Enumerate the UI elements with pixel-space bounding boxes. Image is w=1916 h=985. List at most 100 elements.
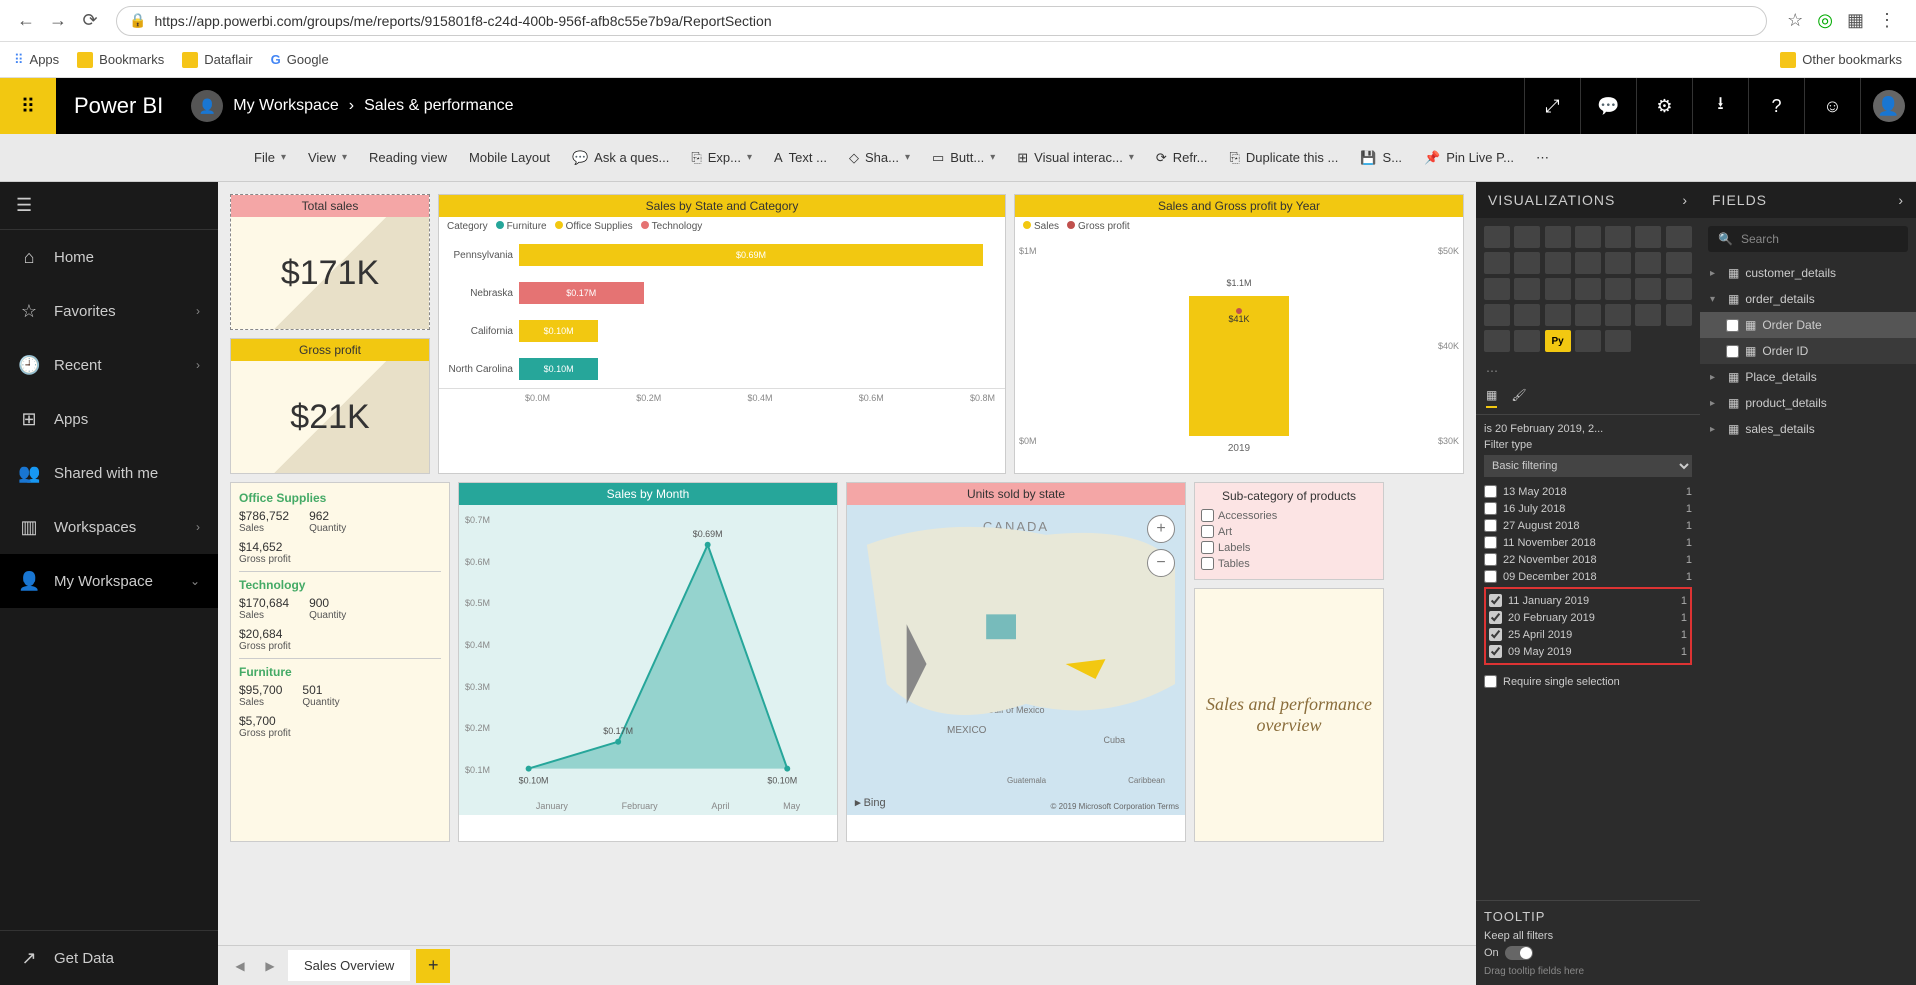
- save-button[interactable]: 💾S...: [1360, 150, 1402, 166]
- get-data-button[interactable]: ↗Get Data: [0, 931, 218, 985]
- nav-recent[interactable]: 🕘Recent›: [0, 338, 218, 392]
- zoom-in-button[interactable]: +: [1147, 515, 1175, 543]
- filter-date-row[interactable]: 13 May 20181: [1484, 483, 1692, 500]
- shapes-button[interactable]: ◇Sha...▾: [849, 150, 910, 166]
- viz-type-icon[interactable]: [1545, 278, 1571, 300]
- chart-sales-by-state[interactable]: Sales by State and Category Category Fur…: [438, 194, 1006, 474]
- menu-icon[interactable]: ⋮: [1878, 10, 1896, 31]
- filter-checkbox[interactable]: [1489, 628, 1502, 641]
- comments-icon[interactable]: 💬: [1580, 78, 1636, 134]
- viz-type-icon[interactable]: [1575, 226, 1601, 248]
- filter-checkbox[interactable]: [1484, 536, 1497, 549]
- filter-date-row[interactable]: 11 January 20191: [1489, 592, 1687, 609]
- nav-workspaces[interactable]: ▥Workspaces›: [0, 500, 218, 554]
- zoom-out-button[interactable]: −: [1147, 549, 1175, 577]
- filter-checkbox[interactable]: [1484, 485, 1497, 498]
- field-table[interactable]: ▸▦sales_details: [1700, 416, 1916, 442]
- file-menu[interactable]: File▾: [254, 150, 286, 165]
- textbox-button[interactable]: AText ...: [774, 150, 827, 165]
- forward-button[interactable]: →: [42, 5, 74, 37]
- viz-type-icon[interactable]: [1545, 252, 1571, 274]
- require-single-checkbox[interactable]: [1484, 675, 1497, 688]
- field-table[interactable]: ▸▦customer_details: [1700, 260, 1916, 286]
- filter-date-row[interactable]: 27 August 20181: [1484, 517, 1692, 534]
- slicer-subcategory[interactable]: Sub-category of products AccessoriesArtL…: [1194, 482, 1384, 580]
- viz-type-icon[interactable]: [1666, 226, 1692, 248]
- viz-type-icon[interactable]: [1575, 304, 1601, 326]
- add-page-button[interactable]: +: [416, 949, 450, 983]
- pin-button[interactable]: 📌Pin Live P...: [1424, 150, 1514, 166]
- field-table[interactable]: ▾▦order_details: [1700, 286, 1916, 312]
- toggle-on[interactable]: [1505, 946, 1533, 960]
- tab-prev-icon[interactable]: ◀: [228, 954, 252, 978]
- breadcrumb-workspace[interactable]: My Workspace: [233, 97, 339, 115]
- viz-type-icon[interactable]: [1545, 226, 1571, 248]
- back-button[interactable]: ←: [10, 5, 42, 37]
- tab-sales-overview[interactable]: Sales Overview: [288, 950, 410, 981]
- viz-type-icon[interactable]: [1545, 304, 1571, 326]
- field-table[interactable]: ▸▦Place_details: [1700, 364, 1916, 390]
- nav-my-workspace[interactable]: 👤My Workspace⌄: [0, 554, 218, 608]
- kpi-total-sales[interactable]: Total sales $171K: [230, 194, 430, 330]
- viz-type-icon[interactable]: [1605, 304, 1631, 326]
- nav-shared[interactable]: 👥Shared with me: [0, 446, 218, 500]
- user-avatar-small[interactable]: 👤: [191, 90, 223, 122]
- more-visuals-icon[interactable]: ⋯: [1476, 360, 1700, 382]
- bookmark-bookmarks[interactable]: Bookmarks: [77, 52, 164, 68]
- buttons-button[interactable]: ▭Butt...▾: [932, 150, 995, 166]
- breadcrumb-report[interactable]: Sales & performance: [364, 97, 513, 115]
- viz-type-icon[interactable]: [1514, 304, 1540, 326]
- field-column[interactable]: ▦ Order ID: [1700, 338, 1916, 364]
- ask-question-button[interactable]: 💬Ask a ques...: [572, 150, 669, 166]
- duplicate-button[interactable]: ⎘Duplicate this ...: [1229, 150, 1338, 166]
- filter-checkbox[interactable]: [1484, 519, 1497, 532]
- explore-button[interactable]: ⎘Exp...▾: [691, 150, 752, 166]
- filter-checkbox[interactable]: [1489, 611, 1502, 624]
- visual-interactions-button[interactable]: ⊞Visual interac...▾: [1017, 150, 1134, 166]
- filter-checkbox[interactable]: [1489, 594, 1502, 607]
- view-menu[interactable]: View▾: [308, 150, 347, 165]
- viz-type-icon[interactable]: [1635, 304, 1661, 326]
- filter-type-select[interactable]: Basic filtering: [1484, 455, 1692, 477]
- viz-type-icon[interactable]: Py: [1545, 330, 1571, 352]
- viz-type-icon[interactable]: [1484, 330, 1510, 352]
- collapse-pane-icon[interactable]: ›: [1682, 192, 1688, 208]
- nav-favorites[interactable]: ☆Favorites›: [0, 284, 218, 338]
- feedback-icon[interactable]: ☺: [1804, 78, 1860, 134]
- viz-type-icon[interactable]: [1514, 278, 1540, 300]
- other-bookmarks[interactable]: Other bookmarks: [1780, 52, 1902, 68]
- filter-date-row[interactable]: 09 December 20181: [1484, 568, 1692, 585]
- star-icon[interactable]: ☆: [1787, 10, 1803, 31]
- category-list[interactable]: Office Supplies$786,752Sales962Quantity$…: [230, 482, 450, 842]
- viz-type-icon[interactable]: [1605, 278, 1631, 300]
- user-avatar[interactable]: 👤: [1860, 78, 1916, 134]
- map-body[interactable]: CANADA UNITED STATES Gulf of Mexico MEXI…: [847, 505, 1185, 815]
- kpi-gross-profit[interactable]: Gross profit $21K: [230, 338, 430, 474]
- download-icon[interactable]: ⭳: [1692, 78, 1748, 134]
- viz-type-icon[interactable]: [1514, 330, 1540, 352]
- tab-next-icon[interactable]: ▶: [258, 954, 282, 978]
- filter-checkbox[interactable]: [1484, 570, 1497, 583]
- ext-icon[interactable]: ▦: [1847, 10, 1864, 31]
- nav-apps[interactable]: ⊞Apps: [0, 392, 218, 446]
- ext-grammarly-icon[interactable]: ◎: [1817, 10, 1833, 31]
- viz-type-icon[interactable]: [1484, 278, 1510, 300]
- bookmark-google[interactable]: GGoogle: [271, 52, 329, 67]
- viz-type-icon[interactable]: [1605, 252, 1631, 274]
- address-bar[interactable]: 🔒 https://app.powerbi.com/groups/me/repo…: [116, 6, 1767, 36]
- filter-checkbox[interactable]: [1484, 553, 1497, 566]
- filter-date-row[interactable]: 16 July 20181: [1484, 500, 1692, 517]
- help-icon[interactable]: ?: [1748, 78, 1804, 134]
- viz-type-icon[interactable]: [1575, 330, 1601, 352]
- viz-type-icon[interactable]: [1635, 278, 1661, 300]
- viz-type-icon[interactable]: [1484, 252, 1510, 274]
- collapse-pane-icon[interactable]: ›: [1898, 192, 1904, 208]
- waffle-icon[interactable]: ⠿: [0, 78, 56, 134]
- slicer-item[interactable]: Accessories: [1201, 509, 1377, 522]
- filter-date-row[interactable]: 11 November 20181: [1484, 534, 1692, 551]
- viz-type-icon[interactable]: [1575, 252, 1601, 274]
- viz-type-icon[interactable]: [1605, 330, 1631, 352]
- nav-home[interactable]: ⌂Home: [0, 230, 218, 284]
- chart-sales-by-month[interactable]: Sales by Month $0.7M$0.6M$0.5M$0.4M$0.3M…: [458, 482, 838, 842]
- viz-type-icon[interactable]: [1635, 226, 1661, 248]
